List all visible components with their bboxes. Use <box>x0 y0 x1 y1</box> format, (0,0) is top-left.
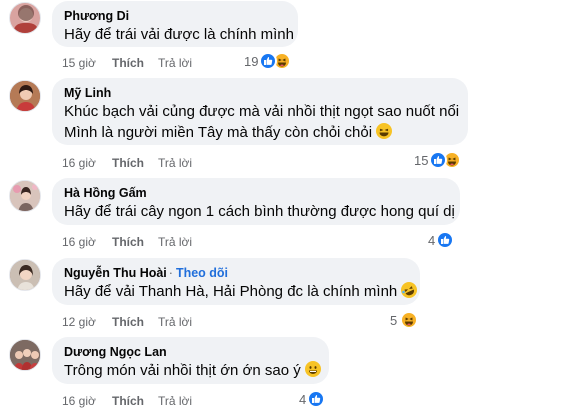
comment-time[interactable]: 16 giờ <box>62 234 112 250</box>
commenter-name[interactable]: Nguyễn Thu Hoài <box>64 266 167 280</box>
reaction-summary[interactable]: 4 <box>299 390 326 408</box>
comment-time[interactable]: 15 giờ <box>62 55 112 71</box>
commenter-name[interactable]: Hà Hồng Gấm <box>64 186 147 200</box>
reaction-count: 19 <box>244 53 259 69</box>
like-link[interactable]: Thích <box>112 55 158 71</box>
like-reaction-icon <box>436 231 455 249</box>
like-link[interactable]: Thích <box>112 393 158 409</box>
commenter-name[interactable]: Phương Di <box>64 9 129 23</box>
comment-text-line: Trông món vải nhồi thịt ớn ớn sao ý <box>64 360 321 381</box>
comment-text-line: Hãy để vải Thanh Hà, Hải Phòng đc là chí… <box>64 281 418 302</box>
comment-bubble: Mỹ Linh Khúc bạch vải củng được mà vải n… <box>52 78 468 145</box>
reaction-summary[interactable]: 5 <box>390 311 419 329</box>
rolling-laughing-emoji-icon <box>401 282 418 298</box>
reply-link[interactable]: Trả lời <box>158 155 192 171</box>
comment-bubble: Hà Hồng Gấm Hãy để trái cây ngon 1 cách … <box>52 178 460 225</box>
comment-text: Khúc bạch vải củng được mà vải nhồi thịt… <box>64 103 460 120</box>
laughing-emoji-icon <box>376 123 393 139</box>
avatar[interactable] <box>9 180 41 212</box>
reaction-summary[interactable]: 19 <box>244 52 292 70</box>
follow-button[interactable]: Theo dõi <box>176 266 228 280</box>
comment-time[interactable]: 16 giờ <box>62 393 112 409</box>
comment-text: Hãy để trái vải được là chính mình <box>64 26 294 43</box>
comment-text: Trông món vải nhồi thịt ớn ớn sao ý <box>64 362 301 379</box>
reaction-count: 5 <box>390 312 398 328</box>
haha-reaction-icon <box>400 311 419 329</box>
comment-text: Hãy để trái cây ngon 1 cách bình thường … <box>64 203 455 220</box>
comment-text: Hãy để vải Thanh Hà, Hải Phòng đc là chí… <box>64 283 398 300</box>
separator-dot: · <box>168 266 173 280</box>
commenter-name[interactable]: Dương Ngọc Lan <box>64 345 167 359</box>
like-link[interactable]: Thích <box>112 155 158 171</box>
comment-bubble: Dương Ngọc Lan Trông món vải nhồi thịt ớ… <box>52 337 329 384</box>
reply-link[interactable]: Trả lời <box>158 393 192 409</box>
comment-text-line-2: Mình là người miền Tây mà thấy còn chỏi … <box>64 122 456 143</box>
comment-bubble: Phương Di Hãy để trái vải được là chính … <box>52 1 298 47</box>
avatar[interactable] <box>9 259 41 291</box>
commenter-name[interactable]: Mỹ Linh <box>64 86 111 100</box>
avatar[interactable] <box>9 339 41 371</box>
reaction-summary[interactable]: 4 <box>428 231 455 249</box>
like-link[interactable]: Thích <box>112 234 158 250</box>
reaction-count: 4 <box>299 391 307 407</box>
reaction-count: 15 <box>414 152 429 168</box>
comment-time[interactable]: 16 giờ <box>62 155 112 171</box>
like-reaction-icon <box>307 390 326 408</box>
smiling-emoji-icon <box>304 361 321 377</box>
reply-link[interactable]: Trả lời <box>158 55 192 71</box>
avatar[interactable] <box>9 2 41 34</box>
reply-link[interactable]: Trả lời <box>158 234 192 250</box>
like-link[interactable]: Thích <box>112 314 158 330</box>
comment-bubble: Nguyễn Thu Hoài · Theo dõi Hãy để vải Than… <box>52 258 420 305</box>
reply-link[interactable]: Trả lời <box>158 314 192 330</box>
avatar[interactable] <box>9 80 41 112</box>
comment-time[interactable]: 12 giờ <box>62 314 112 330</box>
reaction-count: 4 <box>428 232 436 248</box>
reaction-summary[interactable]: 15 <box>414 151 462 169</box>
